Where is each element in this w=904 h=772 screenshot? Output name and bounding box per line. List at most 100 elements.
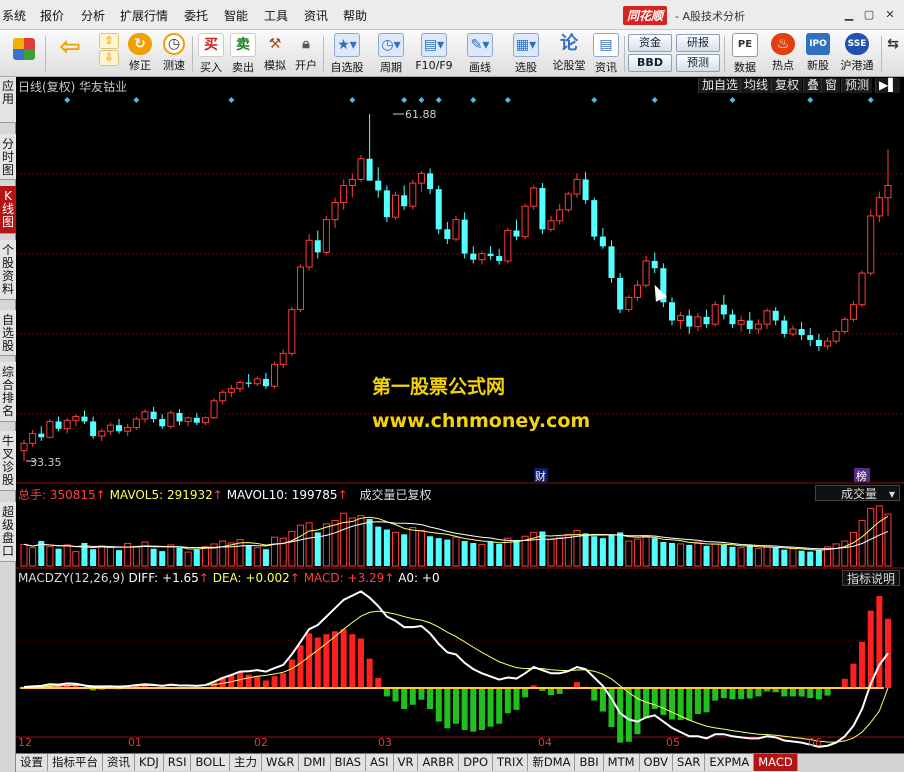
- hot-button[interactable]: ♨ 热点: [766, 32, 800, 74]
- side-tab-apps[interactable]: 应用: [0, 77, 16, 123]
- indicator-tab-bbi[interactable]: BBI: [575, 754, 604, 771]
- back-button[interactable]: ⇦: [52, 32, 88, 74]
- forecast-button[interactable]: 预测: [676, 54, 720, 72]
- speed-button[interactable]: ◷ 测速: [158, 32, 190, 74]
- candle-body: [556, 209, 564, 222]
- window-button[interactable]: 窗: [821, 78, 841, 93]
- indicator-tab-dpo[interactable]: DPO: [459, 754, 494, 771]
- buy-button[interactable]: 买 买入: [196, 32, 226, 74]
- volume-bar: [184, 551, 192, 567]
- menu-smart[interactable]: 智能: [224, 7, 248, 24]
- indicator-tab-新dma[interactable]: 新DMA: [528, 754, 576, 771]
- side-tab-diagnose[interactable]: 牛叉诊股: [0, 431, 16, 491]
- f10-button[interactable]: ▤▾ F10/F9: [412, 32, 456, 74]
- new-stock-button[interactable]: IPO 新股: [802, 32, 834, 74]
- candle-body: [305, 239, 313, 268]
- indicator-tab-指标平台[interactable]: 指标平台: [48, 754, 103, 771]
- menu-system[interactable]: 系统: [2, 7, 26, 24]
- macd-histogram-bar: [427, 688, 434, 709]
- research-button[interactable]: 研报: [676, 34, 720, 52]
- side-tab-ranking[interactable]: 综合排名: [0, 362, 16, 422]
- volume-bar: [599, 538, 606, 566]
- indicator-tab-kdj[interactable]: KDJ: [135, 754, 164, 771]
- side-tab-kline[interactable]: K线图: [0, 186, 16, 234]
- menu-tools[interactable]: 工具: [264, 7, 288, 24]
- candle-body: [633, 284, 641, 298]
- indicator-tab-obv[interactable]: OBV: [639, 754, 673, 771]
- revise-button[interactable]: ↻ 修正: [124, 32, 156, 74]
- volume-bar: [711, 543, 719, 567]
- more-button[interactable]: ⇆: [884, 32, 902, 74]
- indicator-tab-vr[interactable]: VR: [393, 754, 419, 771]
- self-select-button[interactable]: ★▾ 自选股: [326, 32, 368, 74]
- maximize-icon[interactable]: ▢: [862, 9, 876, 21]
- period-button[interactable]: ◷▾ 周期: [372, 32, 410, 74]
- collapse-icon[interactable]: ▶▌: [875, 78, 901, 93]
- indicator-tab-rsi[interactable]: RSI: [163, 754, 192, 771]
- menu-help[interactable]: 帮助: [343, 7, 367, 24]
- menu-order[interactable]: 委托: [184, 7, 208, 24]
- diff-label: DIFF:: [128, 571, 163, 585]
- indicator-tab-trix[interactable]: TRIX: [493, 754, 529, 771]
- fix-button[interactable]: ⇧ ⇩: [94, 32, 124, 74]
- macd-histogram-bar: [487, 688, 494, 727]
- candle-body: [608, 246, 615, 278]
- candle-body: [314, 240, 321, 253]
- self-select-label: 自选股: [330, 61, 364, 74]
- indicator-tab-资讯[interactable]: 资讯: [103, 754, 135, 771]
- side-tab-watchlist[interactable]: 自选股: [0, 310, 16, 356]
- indicator-tab-w-r[interactable]: W&R: [262, 754, 300, 771]
- indicator-tab-sar[interactable]: SAR: [673, 754, 706, 771]
- mavol5-label: MAVOL5:: [109, 488, 167, 502]
- candle-body: [781, 320, 788, 334]
- stock-pick-button[interactable]: ▦▾ 选股: [505, 32, 547, 74]
- news-button[interactable]: ▤ 资讯: [590, 32, 622, 74]
- candle-body: [72, 416, 80, 421]
- indicator-help-button[interactable]: 指标说明: [842, 570, 900, 586]
- indicator-tab-mtm[interactable]: MTM: [603, 754, 640, 771]
- indicator-tab-bias[interactable]: BIAS: [330, 754, 367, 771]
- menu-analysis[interactable]: 分析: [81, 7, 105, 24]
- indicator-tab-设置[interactable]: 设置: [16, 754, 48, 771]
- candle-body: [651, 260, 658, 269]
- side-tab-intraday-label: 分时图: [1, 137, 14, 177]
- side-tab-intraday[interactable]: 分时图: [0, 134, 16, 180]
- volume-bar: [20, 543, 28, 567]
- hk-connect-button[interactable]: SSE 沪港通: [837, 32, 877, 74]
- add-watchlist-button[interactable]: 加自选: [698, 78, 742, 93]
- funds-button[interactable]: 资金: [628, 34, 672, 52]
- volume-bar: [288, 530, 296, 567]
- data-button[interactable]: PE 数据: [728, 32, 762, 74]
- open-account-button[interactable]: 🔒︎ 开户: [291, 32, 321, 74]
- volume-info-bar: 总手: 350815↑ MAVOL5: 291932↑ MAVOL10: 199…: [18, 488, 432, 502]
- indicator-tab-主力[interactable]: 主力: [230, 754, 263, 771]
- brand-logo: 同花顺: [623, 6, 668, 25]
- sell-button[interactable]: 卖 卖出: [228, 32, 258, 74]
- minimize-icon[interactable]: ▁: [842, 9, 856, 21]
- predict-button[interactable]: 预测: [841, 78, 873, 93]
- menu-extended-quote[interactable]: 扩展行情: [120, 7, 168, 24]
- ma-button[interactable]: 均线: [740, 78, 772, 93]
- volume-selector[interactable]: 成交量 ▾: [815, 485, 900, 501]
- adjust-button[interactable]: 复权: [771, 78, 803, 93]
- menu-quote[interactable]: 报价: [40, 7, 64, 24]
- indicator-tab-dmi[interactable]: DMI: [299, 754, 331, 771]
- menu-news[interactable]: 资讯: [304, 7, 328, 24]
- bbd-button[interactable]: BBD: [628, 54, 672, 72]
- draw-button[interactable]: ✎▾ 画线: [460, 32, 500, 74]
- macd-histogram-bar: [288, 659, 295, 688]
- indicator-tab-asi[interactable]: ASI: [366, 754, 394, 771]
- indicator-tab-macd[interactable]: MACD: [754, 754, 798, 771]
- simulate-button[interactable]: ⚒ 模拟: [260, 32, 290, 74]
- side-tab-superlevel[interactable]: 超级盘口: [0, 502, 16, 562]
- indicator-tab-arbr[interactable]: ARBR: [418, 754, 460, 771]
- macd-histogram-bar: [867, 610, 874, 688]
- forum-button[interactable]: 论 论股堂: [551, 32, 587, 74]
- indicator-tab-expma[interactable]: EXPMA: [705, 754, 755, 771]
- mavol10-line: [23, 521, 889, 550]
- side-tab-profile[interactable]: 个股资料: [0, 240, 16, 300]
- overlay-button[interactable]: 叠: [803, 78, 823, 93]
- layout-button[interactable]: [6, 32, 42, 74]
- indicator-tab-boll[interactable]: BOLL: [191, 754, 231, 771]
- close-icon[interactable]: ✕: [883, 9, 897, 21]
